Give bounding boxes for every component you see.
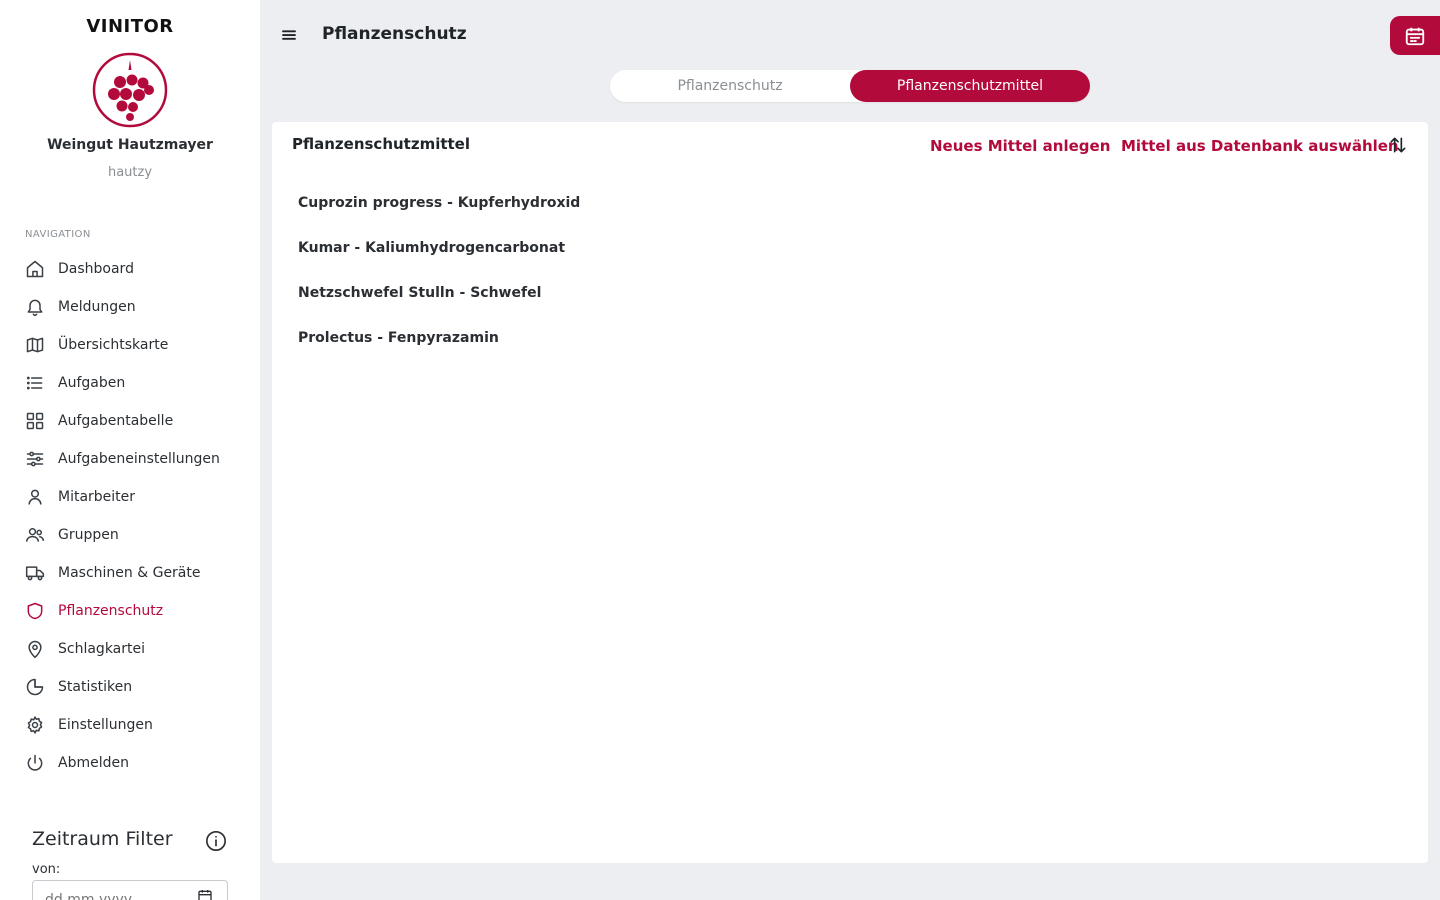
- pie-chart-icon: [24, 676, 46, 698]
- tab-pflanzenschutzmittel[interactable]: Pflanzenschutzmittel: [850, 70, 1090, 102]
- sidebar-item-aufgaben[interactable]: Aufgaben: [0, 364, 260, 402]
- gear-icon: [24, 714, 46, 736]
- users-icon: [24, 524, 46, 546]
- sidebar-item-label: Statistiken: [58, 679, 133, 695]
- new-product-button[interactable]: Neues Mittel anlegen: [930, 137, 1110, 155]
- sidebar-item-label: Übersichtskarte: [58, 337, 169, 353]
- calendar-icon: [1405, 27, 1425, 45]
- sidebar-item-schlagkartei[interactable]: Schlagkartei: [0, 630, 260, 668]
- sidebar-item-label: Aufgaben: [58, 375, 126, 391]
- sidebar-item-aufgabeneinstellungen[interactable]: Aufgabeneinstellungen: [0, 440, 260, 478]
- sidebar-item-label: Aufgabeneinstellungen: [58, 451, 220, 467]
- user-icon: [24, 486, 46, 508]
- sidebar-item-label: Mitarbeiter: [58, 489, 136, 505]
- username: hautzy: [107, 165, 153, 180]
- sidebar-item-label: Abmelden: [58, 755, 129, 771]
- map-icon: [24, 334, 46, 356]
- select-from-database-button[interactable]: Mittel aus Datenbank auswählen: [1121, 137, 1399, 155]
- calendar-button[interactable]: [1390, 16, 1440, 55]
- card-title: Pflanzenschutzmittel: [292, 135, 471, 153]
- sidebar-item-einstellungen[interactable]: Einstellungen: [0, 706, 260, 744]
- sidebar-item-label: Maschinen & Geräte: [58, 565, 201, 581]
- sliders-icon: [24, 448, 46, 470]
- filter-title: Zeitraum Filter: [32, 828, 173, 850]
- sidebar-item-label: Aufgabentabelle: [58, 413, 174, 429]
- power-icon: [24, 752, 46, 774]
- sidebar-item-dashboard[interactable]: Dashboard: [0, 250, 260, 288]
- menu-icon[interactable]: [280, 26, 298, 44]
- sidebar-item-maschinen[interactable]: Maschinen & Geräte: [0, 554, 260, 592]
- home-icon: [24, 258, 46, 280]
- sidebar-item-label: Meldungen: [58, 299, 136, 315]
- company-name: Weingut Hautzmayer: [47, 137, 213, 153]
- sidebar-item-pflanzenschutz[interactable]: Pflanzenschutz: [0, 592, 260, 630]
- grid-icon: [24, 410, 46, 432]
- page-title: Pflanzenschutz: [322, 24, 467, 44]
- list-item[interactable]: Kumar - Kaliumhydrogencarbonat: [298, 225, 1398, 270]
- bell-icon: [24, 296, 46, 318]
- map-pin-icon: [24, 638, 46, 660]
- sidebar-item-aufgabentabelle[interactable]: Aufgabentabelle: [0, 402, 260, 440]
- sidebar-item-label: Gruppen: [58, 527, 119, 543]
- products-list: Cuprozin progress - Kupferhydroxid Kumar…: [298, 180, 1398, 360]
- from-date-label: von:: [32, 862, 61, 877]
- list-icon: [24, 372, 46, 394]
- sidebar-nav: Dashboard Meldungen Übersichtskarte Aufg…: [0, 250, 260, 782]
- sidebar-item-uebersichtskarte[interactable]: Übersichtskarte: [0, 326, 260, 364]
- list-item[interactable]: Prolectus - Fenpyrazamin: [298, 315, 1398, 360]
- sort-icon[interactable]: [1388, 135, 1408, 155]
- brand-name: VINITOR: [86, 16, 174, 37]
- sidebar-item-label: Pflanzenschutz: [58, 603, 164, 619]
- company-logo: [92, 52, 168, 128]
- sidebar-item-statistiken[interactable]: Statistiken: [0, 668, 260, 706]
- sidebar-item-gruppen[interactable]: Gruppen: [0, 516, 260, 554]
- sidebar-item-abmelden[interactable]: Abmelden: [0, 744, 260, 782]
- products-card: Pflanzenschutzmittel Neues Mittel anlege…: [272, 122, 1428, 863]
- sidebar-item-label: Dashboard: [58, 261, 134, 277]
- tab-switcher: Pflanzenschutz Pflanzenschutzmittel: [610, 70, 1090, 102]
- truck-icon: [24, 562, 46, 584]
- calendar-icon[interactable]: [197, 888, 213, 900]
- tab-pflanzenschutz[interactable]: Pflanzenschutz: [610, 70, 850, 102]
- sidebar: VINITOR Weingut Hautzmayer hautzy NAVIGA…: [0, 0, 260, 900]
- nav-heading: NAVIGATION: [25, 229, 91, 240]
- sidebar-item-mitarbeiter[interactable]: Mitarbeiter: [0, 478, 260, 516]
- sidebar-item-label: Schlagkartei: [58, 641, 146, 657]
- list-item[interactable]: Cuprozin progress - Kupferhydroxid: [298, 180, 1398, 225]
- shield-icon: [24, 600, 46, 622]
- info-icon[interactable]: [205, 830, 227, 852]
- list-item[interactable]: Netzschwefel Stulln - Schwefel: [298, 270, 1398, 315]
- sidebar-item-meldungen[interactable]: Meldungen: [0, 288, 260, 326]
- sidebar-item-label: Einstellungen: [58, 717, 153, 733]
